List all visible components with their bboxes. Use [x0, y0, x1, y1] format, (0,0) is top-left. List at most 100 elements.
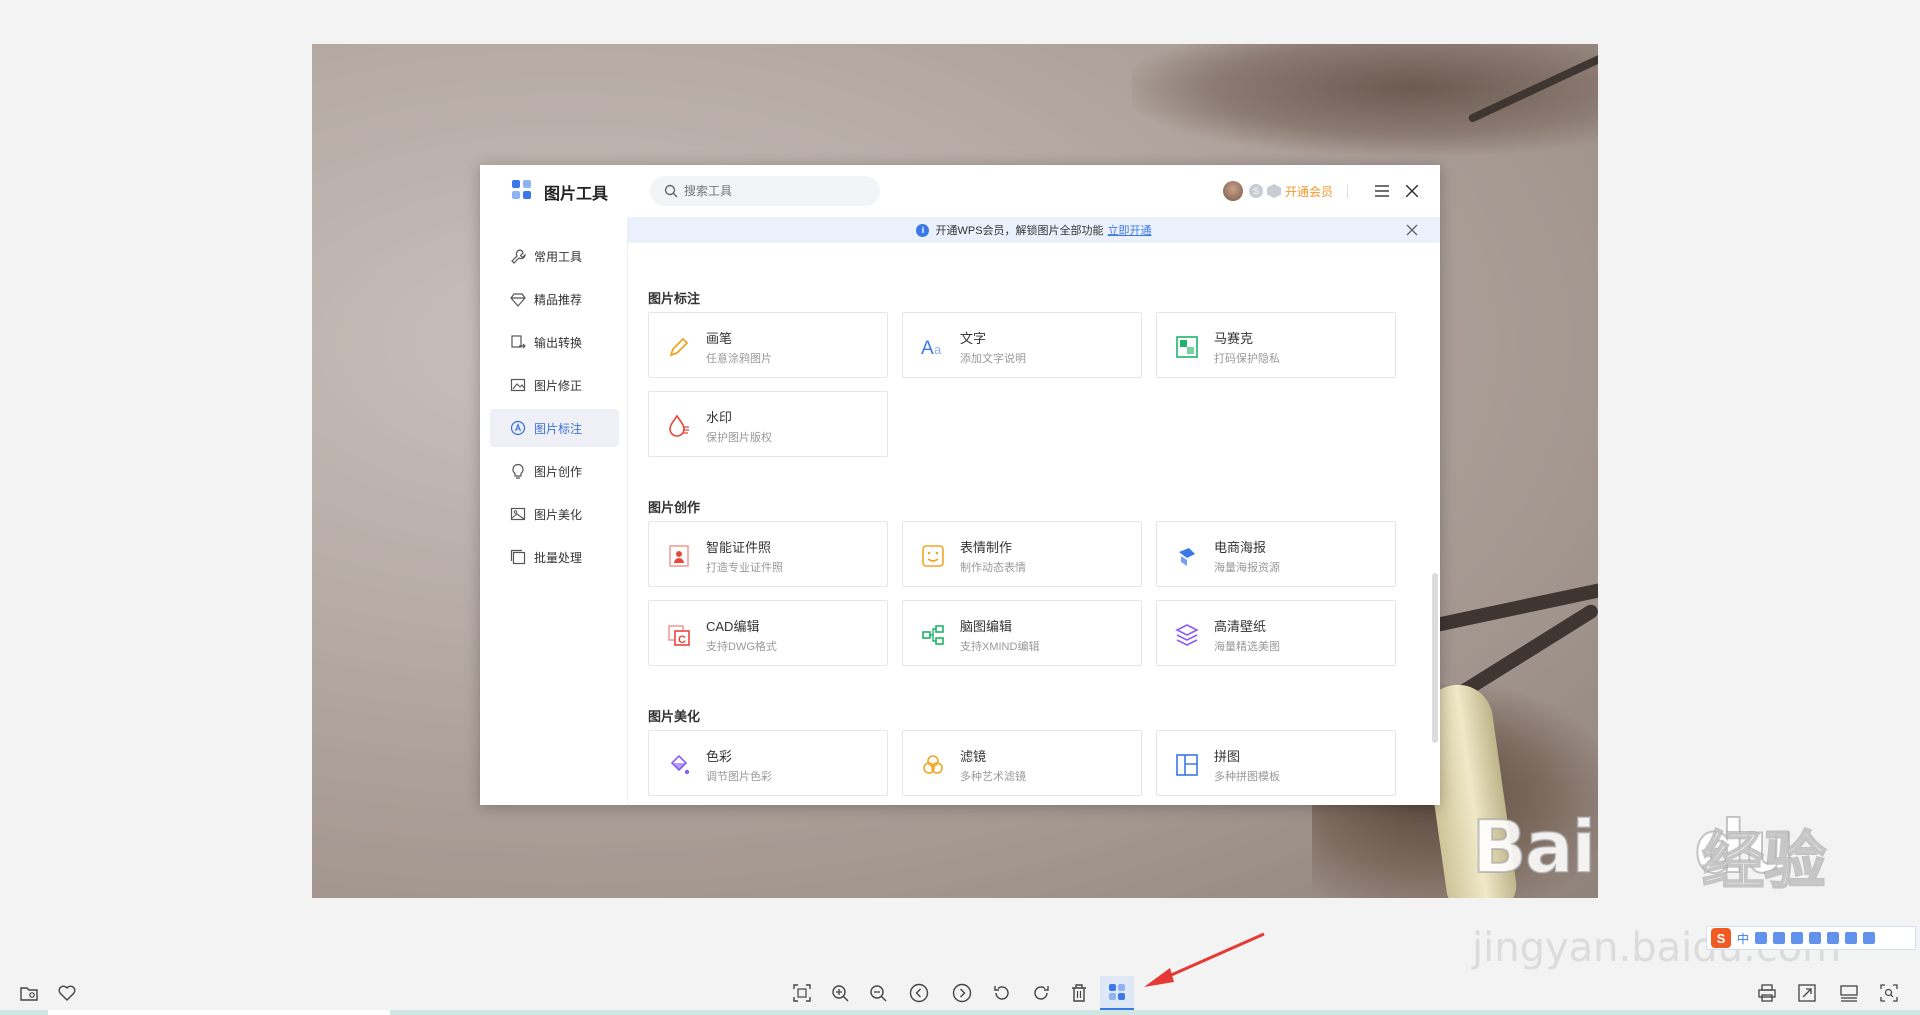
- tool-card[interactable]: 色彩 调节图片色彩: [648, 730, 888, 796]
- tool-card[interactable]: 智能证件照 打造专业证件照: [648, 521, 888, 587]
- sidebar-item[interactable]: 精品推荐: [490, 280, 619, 318]
- cad-icon: C: [667, 623, 691, 647]
- dialog-title: 图片工具: [544, 186, 609, 203]
- rotate-left-icon: [994, 986, 1009, 1000]
- tool-card[interactable]: 高清壁纸 海量精选美图: [1156, 600, 1396, 666]
- rotate-right-button[interactable]: [1024, 976, 1058, 1010]
- ime-toolbar[interactable]: S 中: [1706, 926, 1916, 950]
- banner-text: 开通WPS会员，解锁图片全部功能: [935, 225, 1104, 237]
- ime-lang[interactable]: 中: [1737, 930, 1749, 947]
- sidebar-item-label: 输出转换: [534, 335, 583, 350]
- tool-card[interactable]: C CAD编辑 支持DWG格式: [648, 600, 888, 666]
- watermark-icon: [667, 414, 691, 438]
- sogou-logo-icon[interactable]: S: [1711, 928, 1731, 948]
- poster-icon: [1175, 544, 1199, 568]
- s-badge-icon[interactable]: S: [1248, 184, 1263, 198]
- tool-name: 滤镜: [960, 749, 987, 764]
- delete-button[interactable]: [1062, 976, 1096, 1010]
- rotate-left-button[interactable]: [985, 976, 1019, 1010]
- favorite-button[interactable]: [50, 976, 84, 1010]
- avatar[interactable]: [1222, 181, 1243, 201]
- image-tools-button[interactable]: [1100, 976, 1134, 1010]
- scrollbar[interactable]: [1432, 573, 1438, 743]
- mic-icon[interactable]: [1791, 932, 1804, 944]
- emoji-icon[interactable]: [1773, 932, 1786, 944]
- sidebar-item[interactable]: 常用工具: [490, 237, 619, 275]
- grid-icon[interactable]: [1863, 932, 1876, 944]
- banner-close-icon[interactable]: [1406, 224, 1418, 236]
- vip-badge-icon[interactable]: [1266, 184, 1281, 198]
- color-icon: [667, 753, 691, 777]
- tool-name: CAD编辑: [706, 619, 760, 634]
- tool-name: 拼图: [1214, 749, 1241, 764]
- search-input[interactable]: [684, 184, 854, 198]
- collage-icon: [1175, 753, 1199, 777]
- search-box[interactable]: [650, 176, 880, 206]
- tool-name: 画笔: [706, 331, 733, 346]
- folder-icon: [20, 987, 38, 1001]
- thumbnail-button[interactable]: [1832, 976, 1866, 1010]
- menu-icon[interactable]: [1372, 181, 1392, 201]
- tool-desc: 保护图片版权: [706, 432, 772, 444]
- sidebar-item[interactable]: 图片标注: [490, 409, 619, 447]
- skin-icon[interactable]: [1845, 932, 1858, 944]
- keyboard-icon[interactable]: [1809, 932, 1822, 944]
- tool-card[interactable]: 电商海报 海量海报资源: [1156, 521, 1396, 587]
- tool-card[interactable]: 表情制作 制作动态表情: [902, 521, 1142, 587]
- fit-screen-button[interactable]: [785, 976, 819, 1010]
- tool-card[interactable]: 马赛克 打码保护隐私: [1156, 312, 1396, 378]
- tool-card[interactable]: 滤镜 多种艺术滤镜: [902, 730, 1142, 796]
- fullscreen-button[interactable]: [1790, 976, 1824, 1010]
- bulb-icon: [512, 463, 524, 479]
- tool-card[interactable]: 脑图编辑 支持XMIND编辑: [902, 600, 1142, 666]
- sidebar-item[interactable]: 输出转换: [490, 323, 619, 361]
- zoom-in-button[interactable]: [823, 976, 857, 1010]
- search-icon: [664, 184, 678, 198]
- vip-link[interactable]: 开通会员: [1285, 183, 1333, 200]
- section-title: 图片美化: [648, 709, 701, 724]
- tool-card[interactable]: 拼图 多种拼图模板: [1156, 730, 1396, 796]
- ocr-button[interactable]: [1872, 976, 1906, 1010]
- sidebar-item[interactable]: 图片修正: [490, 366, 619, 404]
- sidebar-item[interactable]: 批量处理: [490, 538, 619, 576]
- viewer-toolbar: [0, 960, 1920, 1015]
- open-folder-button[interactable]: [12, 976, 46, 1010]
- section-title: 图片标注: [648, 291, 701, 306]
- sidebar-item[interactable]: 图片美化: [490, 495, 619, 533]
- sidebar-item-label: 图片修正: [534, 378, 583, 393]
- sidebar: 常用工具精品推荐输出转换图片修正图片标注图片创作图片美化批量处理: [480, 217, 628, 805]
- tool-desc: 支持DWG格式: [706, 641, 777, 653]
- tool-card[interactable]: Aa 文字 添加文字说明: [902, 312, 1142, 378]
- zoom-out-button[interactable]: [861, 976, 895, 1010]
- scan-icon: [1880, 984, 1898, 1002]
- divider: [1347, 184, 1348, 198]
- image-fix-icon: [510, 378, 526, 392]
- dialog-header: 图片工具 S 开通会员: [480, 165, 1440, 217]
- tool-name: 智能证件照: [706, 540, 772, 555]
- header-actions: S 开通会员: [1222, 180, 1422, 202]
- tool-card[interactable]: 水印 保护图片版权: [648, 391, 888, 457]
- trash-icon: [1072, 984, 1086, 1002]
- image-tools-icon: [1109, 984, 1125, 1000]
- tool-content[interactable]: 图片标注 画笔 任意涂鸦图片 Aa 文字 添加文字说明 马赛克 打码保护隐私 水印…: [628, 243, 1440, 805]
- pen-icon: [667, 335, 691, 359]
- svg-text:a: a: [934, 342, 942, 357]
- user-icon[interactable]: [1827, 932, 1840, 944]
- tool-card[interactable]: 画笔 任意涂鸦图片: [648, 312, 888, 378]
- banner-link[interactable]: 立即开通: [1108, 222, 1152, 238]
- mindmap-icon: [921, 623, 945, 647]
- tool-desc: 打造专业证件照: [706, 562, 783, 574]
- tool-name: 电商海报: [1214, 540, 1267, 555]
- print-button[interactable]: [1750, 976, 1784, 1010]
- previous-button[interactable]: [902, 976, 936, 1010]
- sidebar-item[interactable]: 图片创作: [490, 452, 619, 490]
- vip-banner: i 开通WPS会员，解锁图片全部功能 立即开通: [628, 217, 1440, 243]
- fit-screen-icon: [793, 984, 811, 1002]
- tool-desc: 调节图片色彩: [706, 771, 772, 783]
- next-button[interactable]: [945, 976, 979, 1010]
- zoom-in-icon: [832, 985, 849, 1002]
- svg-text:A: A: [921, 338, 934, 359]
- info-icon: i: [916, 223, 930, 237]
- punct-icon[interactable]: [1755, 932, 1768, 944]
- close-icon[interactable]: [1402, 181, 1422, 201]
